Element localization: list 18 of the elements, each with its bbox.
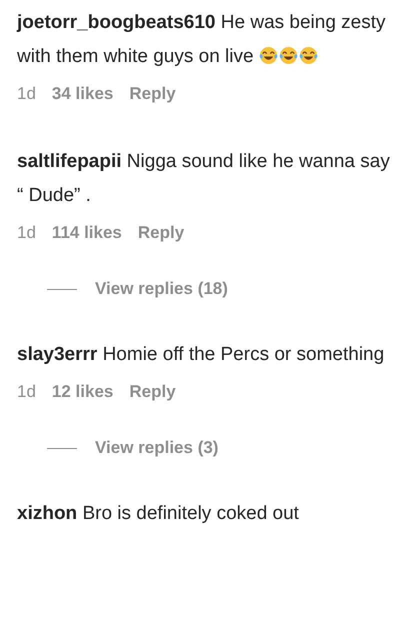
comment-text: slay3errr Homie off the Percs or something xyxy=(17,343,386,367)
comment-text: xizhon Bro is definitely coked out xyxy=(17,502,300,526)
timestamp: 1d xyxy=(17,223,36,243)
timestamp: 1d xyxy=(17,382,36,402)
laughing-emoji-icon xyxy=(298,46,318,65)
comment-text: joetorr_boogbeats610 He was being zesty with them white guys on live xyxy=(17,11,387,69)
laughing-emoji-icon xyxy=(258,46,278,65)
reply-button[interactable]: Reply xyxy=(138,223,184,243)
timestamp: 1d xyxy=(17,84,36,104)
like-count[interactable]: 12 likes xyxy=(52,382,114,402)
like-count[interactable]: 34 likes xyxy=(52,84,114,104)
view-replies-button[interactable]: View replies (18) xyxy=(95,279,228,299)
like-count[interactable]: 114 likes xyxy=(52,223,122,243)
laughing-emoji-icon xyxy=(278,46,298,65)
comment-text: saltlifepapii Nigga sound like he wanna say “ Dude” . xyxy=(17,150,391,208)
reply-button[interactable]: Reply xyxy=(129,84,176,104)
view-replies-button[interactable]: View replies (3) xyxy=(95,438,218,458)
reply-button[interactable]: Reply xyxy=(129,382,176,402)
